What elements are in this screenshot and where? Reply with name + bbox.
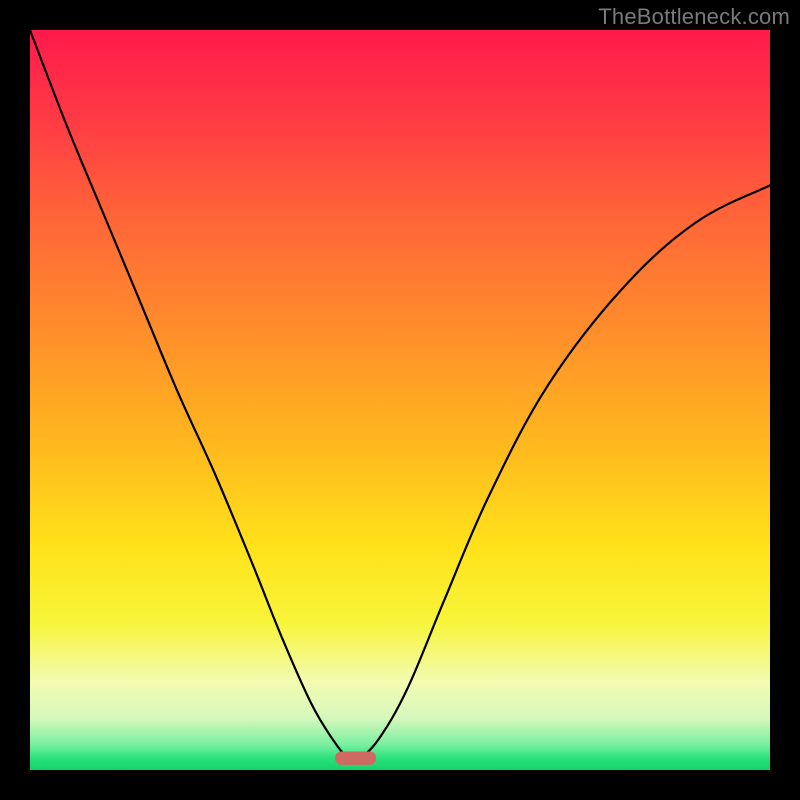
watermark-text: TheBottleneck.com — [598, 4, 790, 30]
chart-frame: TheBottleneck.com — [0, 0, 800, 800]
plot-area — [30, 30, 770, 770]
minimum-marker — [335, 752, 376, 765]
gradient-background — [30, 30, 770, 770]
plot-svg — [30, 30, 770, 770]
